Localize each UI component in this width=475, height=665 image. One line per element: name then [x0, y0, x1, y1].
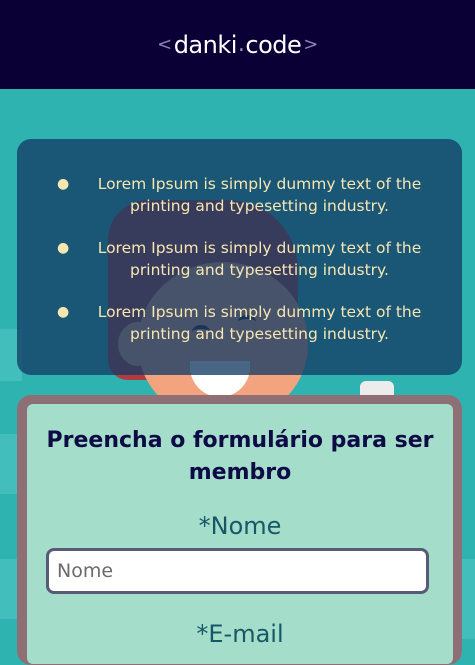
- list-item-text: Lorem Ipsum is simply dummy text of the …: [97, 303, 422, 343]
- info-box: ● Lorem Ipsum is simply dummy text of th…: [17, 139, 462, 375]
- bullet-icon: ●: [57, 240, 70, 256]
- name-label: *Nome: [198, 512, 282, 540]
- site-header: < danki . code >: [0, 0, 475, 89]
- email-label: *E-mail: [196, 620, 284, 648]
- info-list: ● Lorem Ipsum is simply dummy text of th…: [17, 139, 462, 345]
- logo-left-bracket: <: [157, 34, 172, 55]
- logo-word-code: code: [245, 30, 302, 59]
- bg-tile: [0, 559, 18, 619]
- list-item-text: Lorem Ipsum is simply dummy text of the …: [97, 175, 422, 215]
- logo-word-danki: danki: [173, 30, 238, 59]
- name-input[interactable]: [46, 548, 429, 594]
- list-item: ● Lorem Ipsum is simply dummy text of th…: [57, 173, 440, 217]
- list-item: ● Lorem Ipsum is simply dummy text of th…: [57, 301, 440, 345]
- logo-dot: .: [237, 32, 245, 57]
- list-item: ● Lorem Ipsum is simply dummy text of th…: [57, 237, 440, 281]
- form-title: Preencha o formulário para ser membro: [46, 428, 434, 485]
- bullet-icon: ●: [57, 304, 70, 320]
- logo-right-bracket: >: [303, 34, 318, 55]
- list-item-text: Lorem Ipsum is simply dummy text of the …: [97, 239, 422, 279]
- bullet-icon: ●: [57, 176, 70, 192]
- danki-code-logo[interactable]: < danki . code >: [155, 31, 320, 59]
